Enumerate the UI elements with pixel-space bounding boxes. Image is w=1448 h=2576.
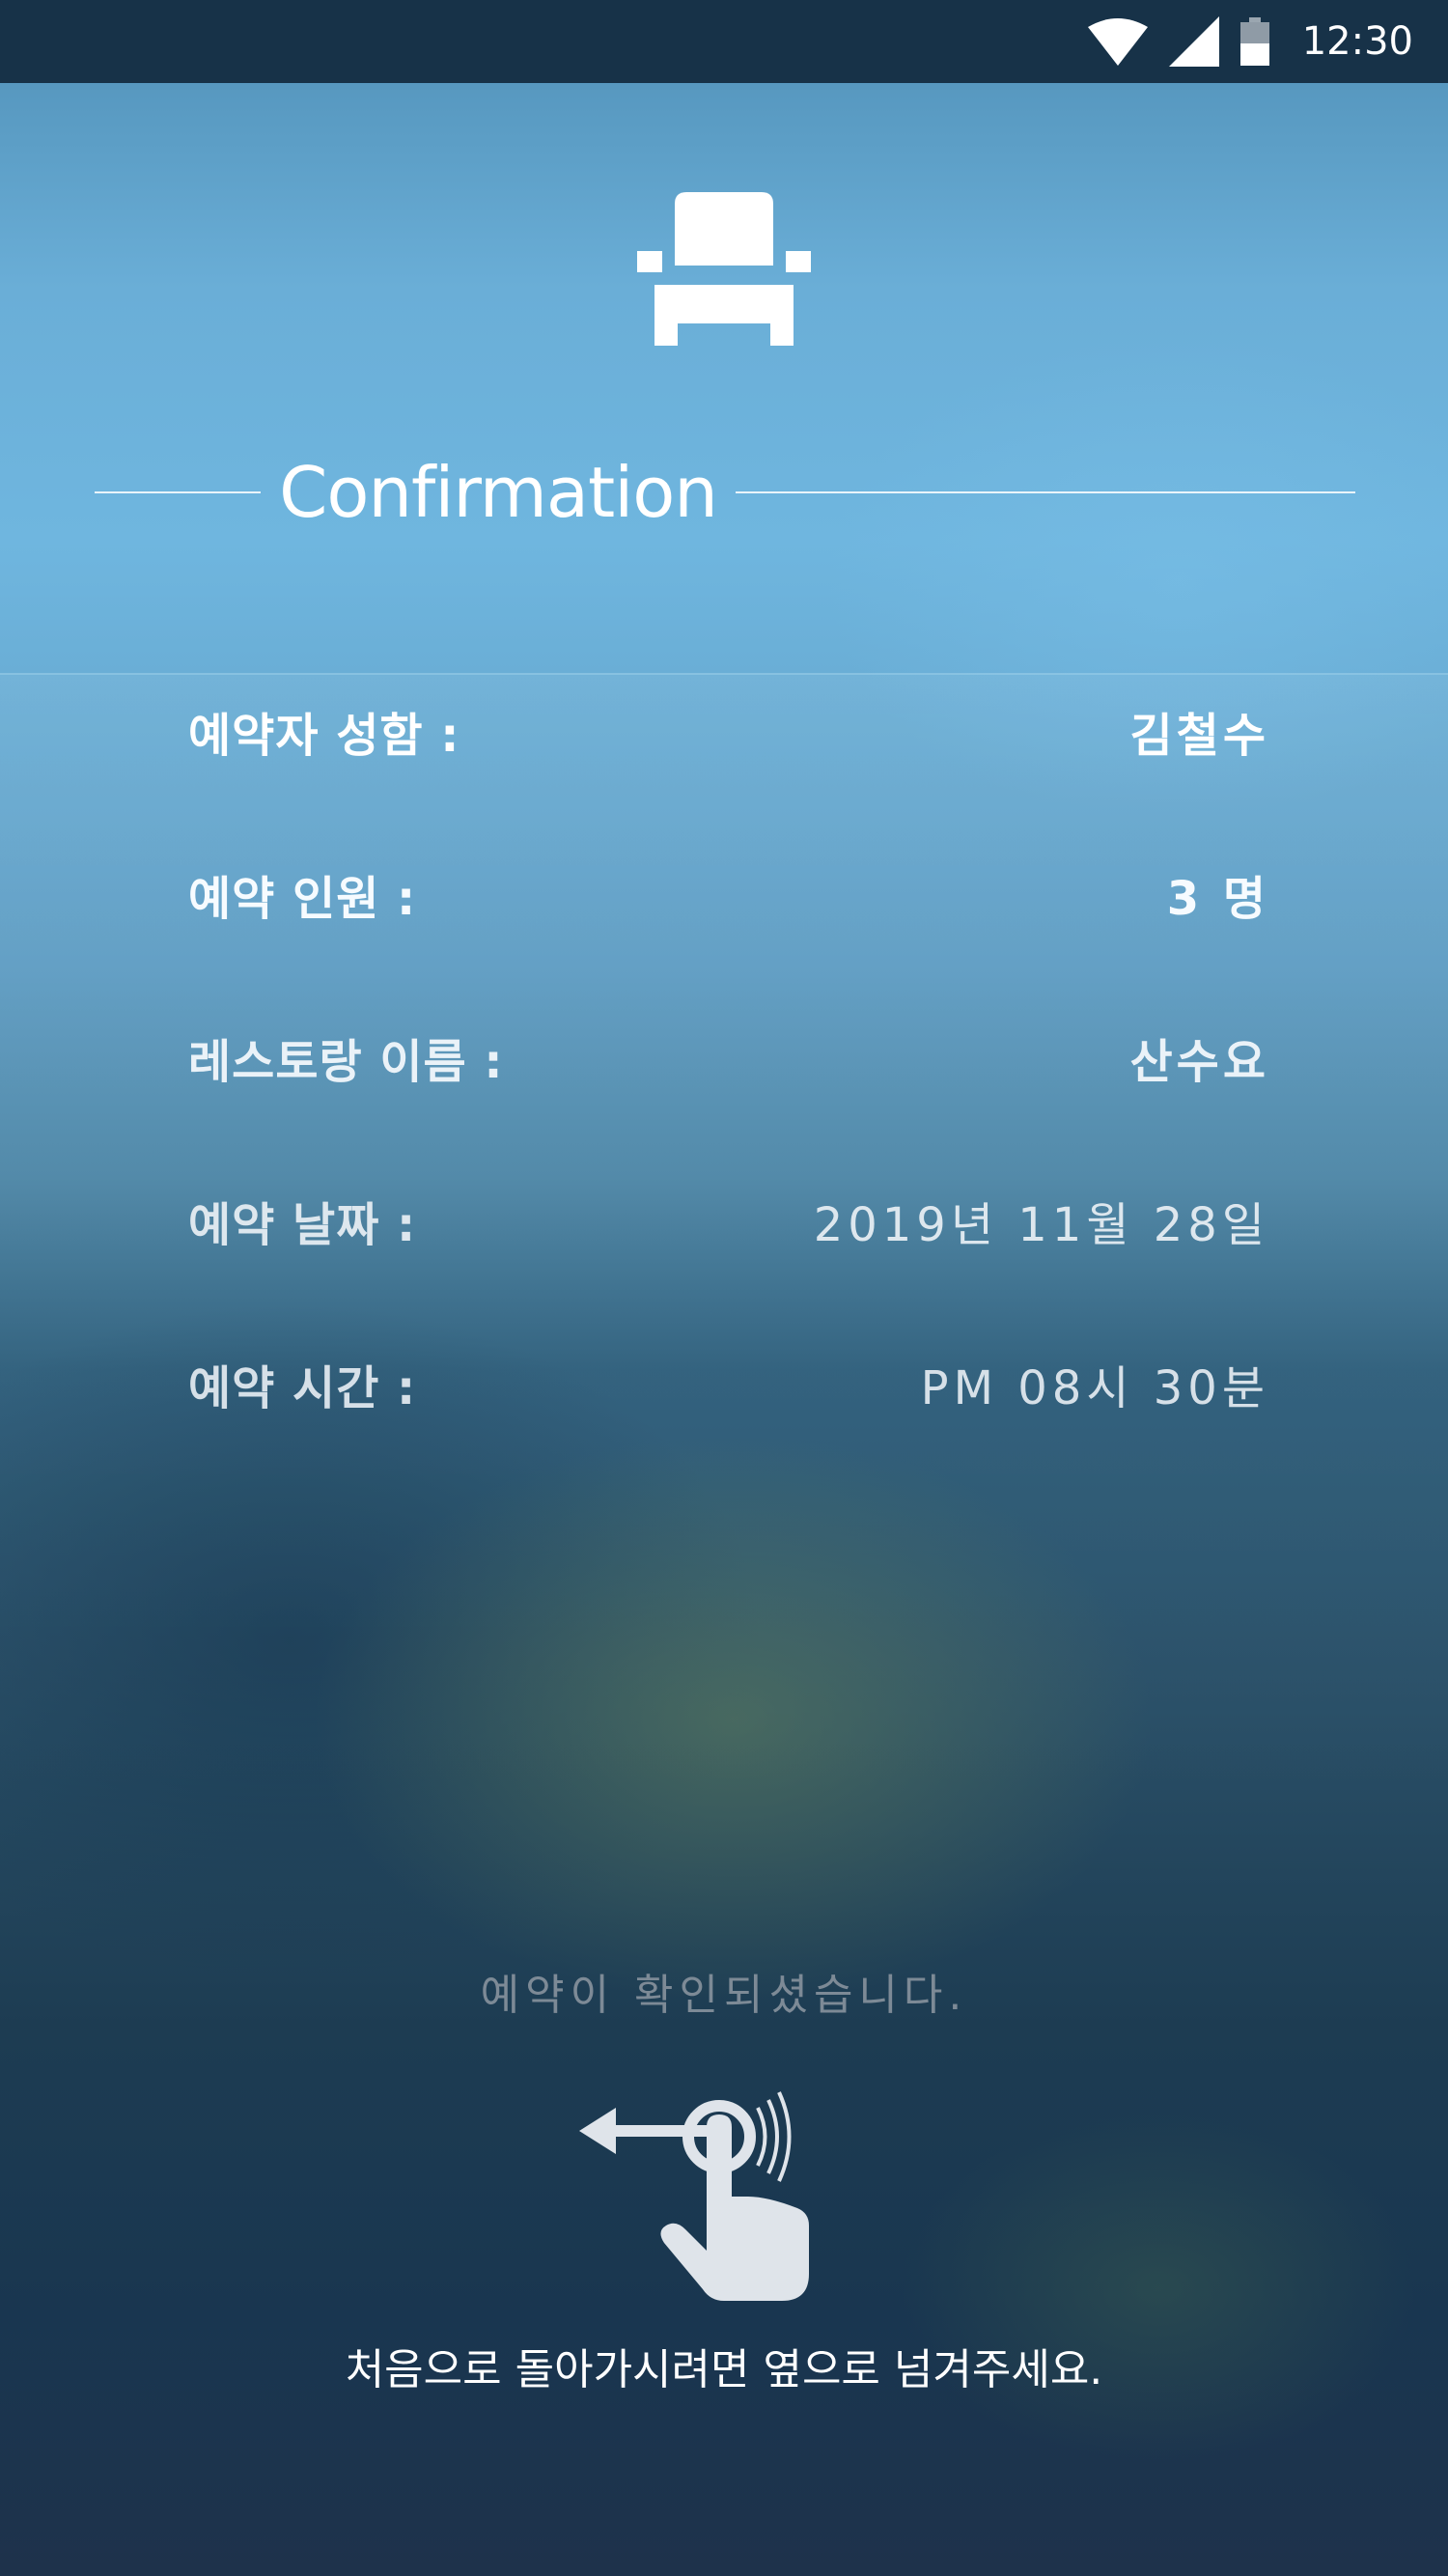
- status-time: 12:30: [1301, 19, 1413, 64]
- detail-row-restaurant-name: 레스토랑 이름 : 산수요: [188, 1023, 1269, 1091]
- confirmation-message: 예약이 확인되셨습니다.: [480, 1971, 968, 2020]
- detail-row-date: 예약 날짜 : 2019년 11월 28일: [188, 1187, 1269, 1254]
- detail-value: 2019년 11월 28일: [813, 1198, 1269, 1252]
- title-divider-right: [736, 491, 1355, 493]
- detail-value: PM 08시 30분: [920, 1361, 1269, 1415]
- chair-icon: [637, 192, 811, 346]
- detail-label: 예약 시간 :: [188, 1361, 417, 1415]
- swipe-instruction: 처음으로 돌아가시려면 옆으로 넘겨주세요.: [345, 2345, 1103, 2394]
- detail-value: 3 명: [1166, 872, 1269, 926]
- detail-label: 예약 날짜 :: [188, 1198, 417, 1252]
- title-divider-left: [95, 491, 261, 493]
- cell-signal-icon: [1168, 16, 1219, 67]
- page-title: Confirmation: [279, 452, 718, 533]
- battery-icon: [1239, 17, 1269, 66]
- reservation-confirmation-screen[interactable]: 12:30 Confirmation 예약자 성함 : 김철수 예약 인원 : …: [0, 0, 1448, 2576]
- detail-label: 예약자 성함 :: [188, 709, 460, 763]
- detail-row-reserver-name: 예약자 성함 : 김철수: [188, 697, 1269, 765]
- detail-value: 산수요: [1129, 1035, 1269, 1089]
- detail-label: 레스토랑 이름 :: [188, 1035, 504, 1089]
- detail-value: 김철수: [1129, 709, 1269, 763]
- swipe-left-hand-icon[interactable]: [579, 2081, 816, 2303]
- status-bar: 12:30: [0, 0, 1448, 83]
- detail-label: 예약 인원 :: [188, 872, 417, 926]
- detail-row-party-size: 예약 인원 : 3 명: [188, 860, 1269, 928]
- wifi-icon: [1087, 18, 1148, 66]
- status-icons: 12:30: [1087, 0, 1413, 83]
- detail-row-time: 예약 시간 : PM 08시 30분: [188, 1350, 1269, 1417]
